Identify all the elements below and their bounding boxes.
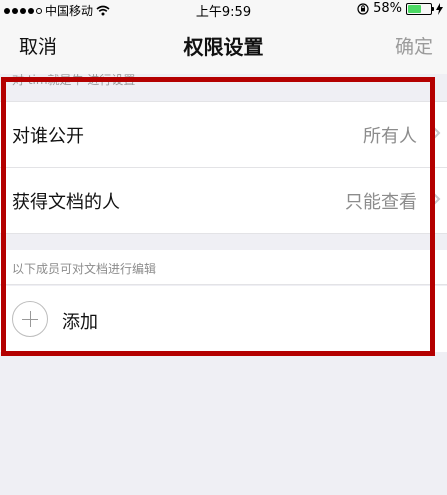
- page-title: 权限设置: [183, 35, 264, 59]
- section-header-label: 对 tim就是牛 进行设置: [12, 74, 136, 87]
- status-bar: 中国移动 上午9:59 58%: [0, 0, 447, 20]
- recipient-permission-value: 只能查看: [345, 192, 417, 213]
- charging-bolt-icon: [436, 2, 443, 15]
- confirm-button[interactable]: 确定: [395, 32, 433, 59]
- visibility-row[interactable]: 对谁公开 所有人: [0, 102, 447, 168]
- editors-header-label: 以下成员可对文档进行编辑: [12, 262, 157, 276]
- visibility-label: 对谁公开: [12, 126, 84, 147]
- section-header-settings-for: 对 tim就是牛 进行设置: [0, 74, 447, 102]
- section-header-editors: 以下成员可对文档进行编辑: [0, 250, 447, 285]
- navigation-bar: 取消 权限设置 确定: [0, 18, 447, 74]
- permissions-group: 对谁公开 所有人 获得文档的人 只能查看: [0, 101, 447, 234]
- battery-percent: 58%: [373, 1, 402, 16]
- battery-icon: [406, 2, 434, 15]
- chevron-right-icon: [432, 192, 441, 206]
- visibility-value: 所有人: [363, 126, 417, 147]
- add-icon[interactable]: [12, 301, 48, 337]
- chevron-right-icon: [432, 126, 441, 140]
- screen: 中国移动 上午9:59 58% 取消 权限设置 确定 对 tim就是牛 进行设置…: [0, 0, 447, 495]
- add-editor-row[interactable]: 添加: [0, 286, 447, 352]
- status-right: 58%: [357, 1, 443, 16]
- battery-level-fill: [408, 4, 421, 13]
- recipient-permission-label: 获得文档的人: [12, 192, 120, 213]
- recipient-permission-row[interactable]: 获得文档的人 只能查看: [0, 168, 447, 234]
- add-label: 添加: [62, 312, 98, 333]
- orientation-lock-icon: [357, 2, 369, 15]
